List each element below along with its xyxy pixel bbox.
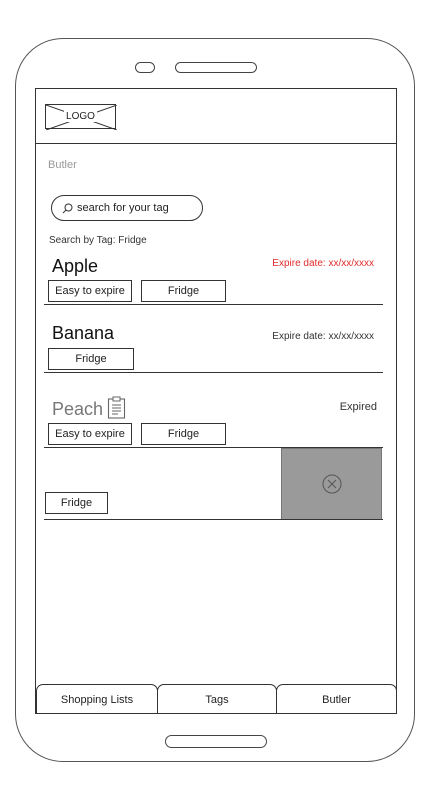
tab-butler[interactable]: Butler bbox=[276, 684, 396, 713]
item-name[interactable]: Banana bbox=[52, 323, 114, 344]
logo-text: LOGO bbox=[64, 111, 97, 122]
logo: LOGO bbox=[45, 104, 117, 130]
tag-fridge[interactable]: Fridge bbox=[141, 280, 226, 302]
expired-label: Expired bbox=[339, 401, 377, 413]
item-divider bbox=[44, 304, 383, 305]
tag-easy-to-expire[interactable]: Easy to expire bbox=[48, 423, 132, 445]
search-input[interactable]: search for your tag bbox=[51, 195, 203, 221]
item-name[interactable]: Apple bbox=[52, 256, 98, 277]
expire-date: Expire date: xx/xx/xxxx bbox=[272, 331, 374, 342]
tag-fridge[interactable]: Fridge bbox=[48, 348, 134, 370]
expire-date: Expire date: xx/xx/xxxx bbox=[272, 258, 374, 269]
item-divider bbox=[44, 372, 383, 373]
item-divider bbox=[44, 519, 383, 520]
tab-tags[interactable]: Tags bbox=[157, 684, 277, 713]
tag-fridge[interactable]: Fridge bbox=[141, 423, 226, 445]
delete-action[interactable] bbox=[281, 448, 382, 520]
tag-easy-to-expire[interactable]: Easy to expire bbox=[48, 280, 132, 302]
app-header: LOGO bbox=[36, 89, 396, 144]
speaker-bar bbox=[175, 62, 257, 73]
tag-fridge[interactable]: Fridge bbox=[45, 492, 108, 514]
delete-circle-icon bbox=[322, 474, 341, 494]
tab-shopping-lists[interactable]: Shopping Lists bbox=[36, 684, 158, 713]
item-name[interactable]: Peach bbox=[52, 399, 103, 420]
search-icon bbox=[62, 203, 73, 213]
clipboard-icon bbox=[107, 396, 126, 419]
app-title: Butler bbox=[48, 159, 77, 171]
bottom-tab-bar: Shopping Lists Tags Butler bbox=[36, 684, 396, 713]
camera-dot bbox=[135, 62, 155, 73]
home-button[interactable] bbox=[165, 735, 267, 748]
app-screen: LOGO Butler search for your tag Search b… bbox=[35, 88, 397, 714]
search-placeholder: search for your tag bbox=[77, 202, 169, 214]
tag-filter-label: Search by Tag: Fridge bbox=[49, 235, 147, 246]
